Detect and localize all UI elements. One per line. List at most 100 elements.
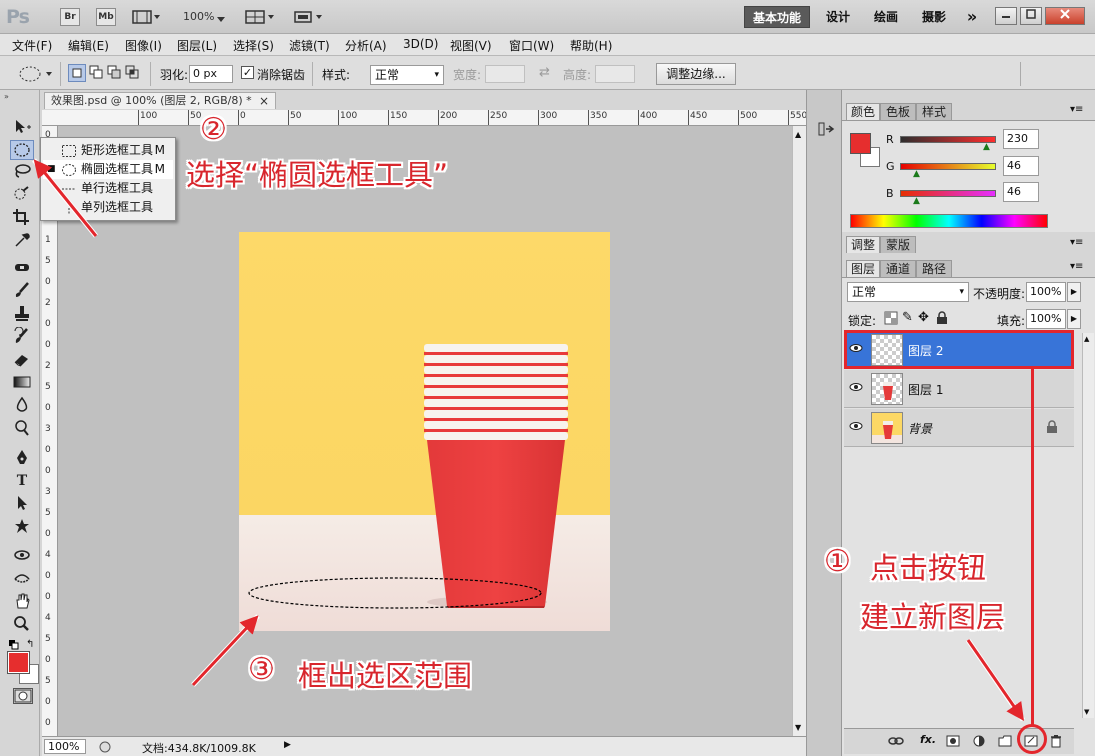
link-layers-icon[interactable] — [888, 735, 904, 750]
menu-filter[interactable]: 滤镜(T) — [289, 37, 330, 54]
tab-swatches[interactable]: 色板 — [880, 103, 916, 120]
custom-shape-tool[interactable] — [10, 517, 34, 537]
layer-name[interactable]: 图层 1 — [908, 381, 943, 398]
mini-bridge-button[interactable]: Mb — [96, 8, 116, 26]
move-tool[interactable] — [10, 118, 34, 138]
menu-view[interactable]: 视图(V) — [450, 37, 492, 54]
menu-file[interactable]: 文件(F) — [12, 37, 52, 54]
tab-masks[interactable]: 蒙版 — [880, 236, 916, 253]
subtract-selection-button[interactable] — [106, 64, 124, 82]
color-panel-fg-swatch[interactable] — [850, 133, 871, 154]
opacity-slider-arrow-icon[interactable]: ▶ — [1067, 282, 1081, 302]
quick-selection-tool[interactable] — [10, 185, 34, 205]
lasso-tool[interactable] — [10, 162, 34, 182]
flyout-item-rectangular-marquee[interactable]: 矩形选框工具 M — [43, 141, 173, 160]
color-spectrum-bar[interactable] — [850, 214, 1048, 228]
scroll-up-icon[interactable]: ▲ — [1084, 335, 1089, 343]
workspace-photography[interactable]: 摄影 — [914, 6, 954, 28]
lock-position-icon[interactable]: ✥ — [918, 310, 929, 325]
scroll-up-icon[interactable]: ▲ — [795, 130, 801, 139]
visibility-eye-icon[interactable] — [849, 382, 863, 396]
blue-value-input[interactable]: 46 — [1003, 182, 1039, 202]
visibility-eye-icon[interactable] — [849, 421, 863, 435]
flyout-item-elliptical-marquee[interactable]: ■ 椭圆选框工具 M — [43, 160, 173, 179]
status-zoom-field[interactable]: 100% — [44, 739, 86, 754]
zoom-dropdown-arrow-icon[interactable] — [216, 13, 226, 27]
blend-mode-select[interactable]: 正常 ▾ — [847, 282, 969, 302]
add-mask-icon[interactable] — [946, 735, 960, 750]
menu-image[interactable]: 图像(I) — [125, 37, 162, 54]
antialias-checkbox[interactable]: ✓ — [241, 66, 254, 79]
collapse-toolbar-icon[interactable]: » — [4, 92, 9, 101]
screen-mode-button[interactable] — [293, 9, 325, 28]
document-tab[interactable]: 效果图.psd @ 100% (图层 2, RGB/8) * × — [44, 92, 276, 109]
menu-3d[interactable]: 3D(D) — [403, 37, 438, 51]
path-selection-tool[interactable] — [10, 494, 34, 514]
document-close-icon[interactable]: × — [259, 93, 269, 109]
tab-styles[interactable]: 样式 — [916, 103, 952, 120]
maximize-button[interactable] — [1020, 7, 1042, 25]
3d-rotate-tool[interactable] — [10, 546, 34, 566]
workspace-painting[interactable]: 绘画 — [866, 6, 906, 28]
elliptical-marquee-tool[interactable] — [10, 140, 34, 160]
swap-colors-icon[interactable]: ↰ — [26, 639, 34, 650]
tab-paths[interactable]: 路径 — [916, 260, 952, 277]
layer-style-fx-button[interactable]: fx. — [920, 733, 936, 746]
menu-select[interactable]: 选择(S) — [233, 37, 274, 54]
zoom-level-menu[interactable]: 100% — [183, 10, 214, 23]
menu-edit[interactable]: 编辑(E) — [68, 37, 109, 54]
menu-analysis[interactable]: 分析(A) — [345, 37, 387, 54]
refine-edge-button[interactable]: 调整边缘... — [656, 63, 736, 85]
type-tool[interactable]: T — [10, 471, 34, 491]
history-brush-tool[interactable] — [10, 326, 34, 347]
lock-transparency-icon[interactable] — [884, 311, 898, 328]
green-value-input[interactable]: 46 — [1003, 156, 1039, 176]
layers-scrollbar[interactable]: ▲ ▼ — [1082, 333, 1094, 718]
blue-slider-thumb-icon[interactable]: ▲ — [913, 196, 920, 206]
tab-adjustments[interactable]: 调整 — [846, 236, 880, 253]
red-value-input[interactable]: 230 — [1003, 129, 1039, 149]
lock-pixels-icon[interactable]: ✎ — [902, 310, 913, 325]
new-group-folder-icon[interactable] — [998, 735, 1012, 750]
menu-window[interactable]: 窗口(W) — [509, 37, 554, 54]
quick-mask-button[interactable] — [13, 688, 33, 704]
workspace-essentials[interactable]: 基本功能 — [744, 6, 810, 28]
pen-tool[interactable] — [10, 448, 34, 468]
arrange-documents-button[interactable] — [245, 9, 277, 28]
tab-color[interactable]: 颜色 — [846, 103, 880, 120]
adjustment-layer-icon[interactable] — [972, 734, 986, 751]
close-window-button[interactable] — [1045, 7, 1085, 25]
clone-stamp-tool[interactable] — [10, 304, 34, 324]
dodge-tool[interactable] — [10, 419, 34, 439]
zoom-tool[interactable] — [10, 615, 34, 635]
scroll-down-icon[interactable]: ▼ — [795, 723, 801, 732]
delete-layer-icon[interactable] — [1050, 734, 1062, 751]
history-panel-icon[interactable] — [817, 120, 835, 141]
fill-input[interactable]: 100% — [1026, 309, 1066, 329]
menu-help[interactable]: 帮助(H) — [570, 37, 612, 54]
new-selection-button[interactable] — [68, 64, 86, 82]
bridge-button[interactable]: Br — [60, 8, 80, 26]
layer-row-layer1[interactable]: 图层 1 — [844, 370, 1074, 408]
menu-layer[interactable]: 图层(L) — [177, 37, 217, 54]
vertical-scrollbar[interactable]: ▲ ▼ — [792, 126, 806, 736]
panel-menu-icon[interactable]: ▾≡ — [1070, 261, 1083, 272]
tool-preset-picker[interactable] — [14, 64, 58, 87]
panel-menu-icon[interactable]: ▾≡ — [1070, 104, 1083, 115]
panel-menu-icon[interactable]: ▾≡ — [1070, 237, 1083, 248]
status-menu-arrow-icon[interactable]: ▶ — [284, 740, 291, 750]
crop-tool[interactable] — [10, 208, 34, 228]
scroll-down-icon[interactable]: ▼ — [1084, 708, 1089, 716]
tab-channels[interactable]: 通道 — [880, 260, 916, 277]
blur-tool[interactable] — [10, 396, 34, 416]
view-extras-button[interactable] — [132, 9, 162, 25]
intersect-selection-button[interactable] — [124, 64, 142, 82]
flyout-item-single-column-marquee[interactable]: 单列选框工具 — [43, 198, 173, 217]
red-slider-thumb-icon[interactable]: ▲ — [983, 142, 990, 152]
gradient-tool[interactable] — [10, 373, 34, 393]
tab-layers[interactable]: 图层 — [846, 260, 880, 277]
red-slider[interactable] — [900, 136, 996, 143]
workspace-design[interactable]: 设计 — [818, 6, 858, 28]
feather-input[interactable]: 0 px — [189, 65, 233, 83]
hand-tool[interactable] — [10, 592, 34, 612]
